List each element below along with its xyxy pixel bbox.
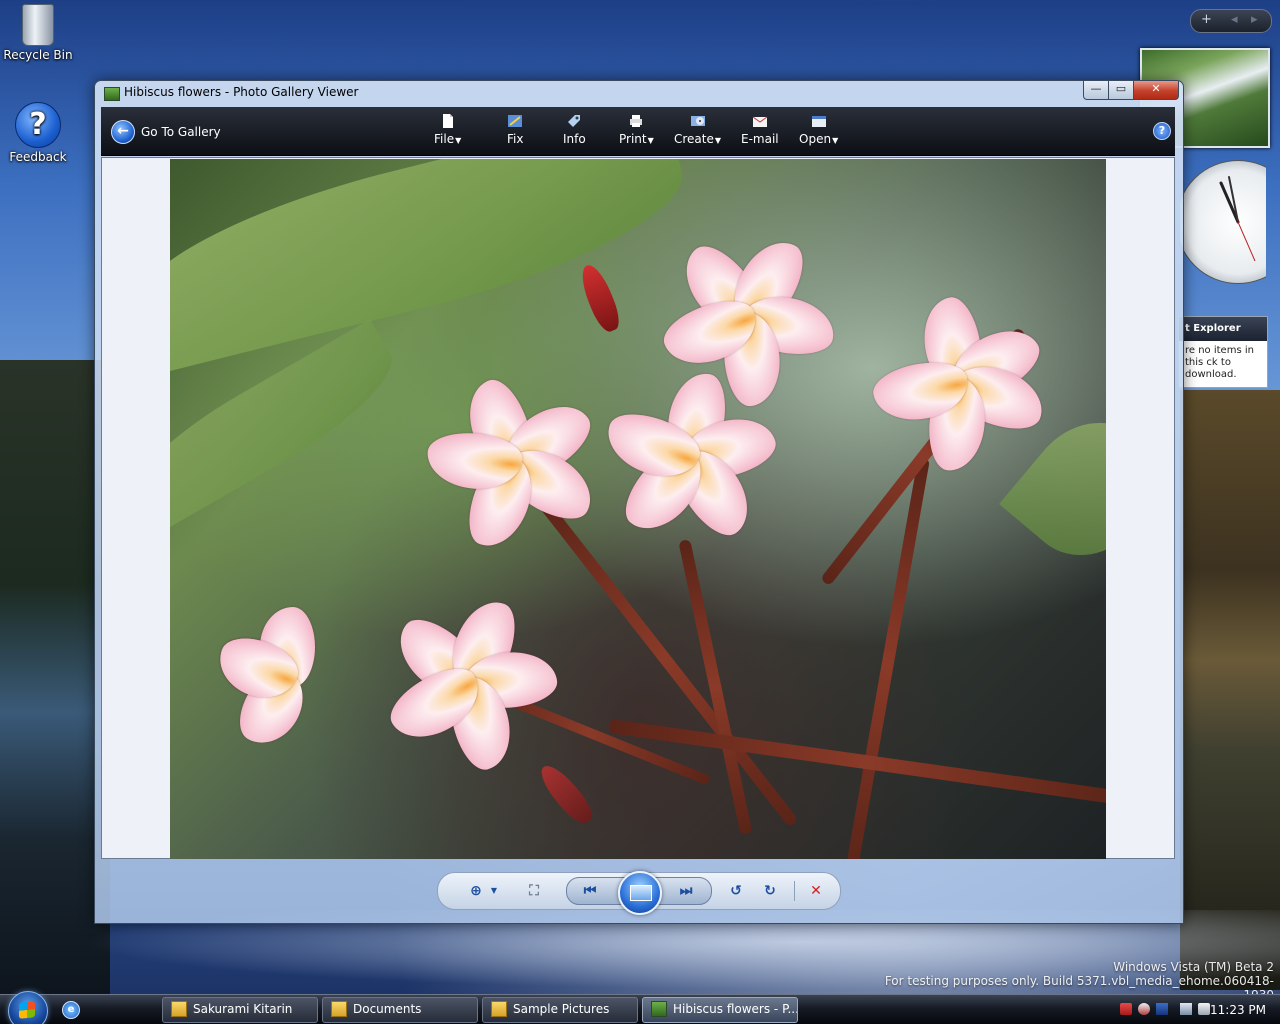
photo-gallery-window: Hibiscus flowers - Photo Gallery Viewer … — [94, 80, 1184, 924]
taskbar: e Sakurami Kitarin Documents Sample Pict… — [0, 991, 1280, 1024]
photo-leaf — [170, 159, 699, 375]
folder-icon — [171, 1000, 187, 1017]
task-label: Documents — [353, 1002, 422, 1016]
photo-stem — [608, 719, 1106, 806]
watermark-line-1: Windows Vista (TM) Beta 2 — [1113, 960, 1274, 974]
create-menu-button[interactable]: Create▼ — [674, 113, 721, 146]
taskbar-item-documents[interactable]: Documents — [322, 997, 478, 1023]
taskbar-item-hibiscus-flowers[interactable]: Hibiscus flowers - P... — [642, 997, 798, 1023]
desktop-icon-recycle-bin[interactable]: Recycle Bin — [0, 4, 78, 62]
taskbar-item-sample-pictures[interactable]: Sample Pictures — [482, 997, 638, 1023]
clock-face — [1180, 160, 1266, 284]
maximize-button[interactable]: ▭ — [1108, 81, 1134, 100]
open-menu-label: Open — [799, 132, 832, 146]
navigation-bar: ⊕ ▼ ⛶ ⏮ ⏭ ↺ ↻ ✕ — [437, 871, 841, 915]
add-gadget-icon[interactable]: + — [1201, 12, 1212, 27]
email-label: E-mail — [741, 132, 779, 146]
previous-page-icon[interactable]: ◂ — [1231, 12, 1238, 27]
rotate-counterclockwise-icon[interactable]: ↺ — [726, 881, 746, 901]
desktop-wallpaper-right — [1180, 390, 1280, 990]
windows-flag-icon — [19, 1001, 35, 1019]
photo-app-icon — [104, 87, 120, 101]
help-icon[interactable]: ? — [1153, 122, 1171, 140]
photo-stem — [845, 456, 930, 859]
open-window-icon — [811, 116, 826, 127]
sidebar-controls: + ◂ ▸ — [1190, 9, 1272, 33]
actual-size-icon[interactable]: ⛶ — [524, 881, 544, 901]
previous-button-icon[interactable]: ⏮ — [580, 881, 600, 901]
open-menu-button[interactable]: Open▼ — [799, 113, 838, 146]
chevron-down-icon: ▼ — [832, 136, 839, 145]
info-tag-icon — [568, 115, 581, 127]
photo-bud — [575, 261, 625, 335]
help-question-icon: ? — [15, 102, 61, 148]
notification-area: 11:23 PM — [1112, 995, 1280, 1024]
security-alert-icon[interactable] — [1120, 1003, 1132, 1015]
printer-icon — [630, 115, 643, 127]
slide-show-icon — [630, 885, 652, 901]
desktop-icon-feedback[interactable]: ? Feedback — [0, 102, 78, 164]
task-label: Hibiscus flowers - P... — [673, 1002, 798, 1016]
photo-app-icon — [651, 1000, 667, 1017]
feed-gadget-body: re no items in this ck to download. — [1185, 345, 1254, 380]
internet-explorer-icon[interactable]: e — [62, 1001, 80, 1019]
slide-show-button[interactable] — [618, 871, 662, 915]
desktop-icon-label: Recycle Bin — [3, 48, 73, 62]
photo-bud — [534, 759, 598, 829]
folder-icon — [491, 1000, 507, 1017]
command-toolbar: ← Go To Gallery File▼ Fix Info Print▼ Cr… — [101, 107, 1175, 156]
toolbar-separator — [794, 881, 795, 901]
feed-gadget-title: t Explorer — [1179, 317, 1267, 341]
print-menu-label: Print — [619, 132, 647, 146]
zoom-icon[interactable]: ⊕ — [466, 881, 486, 901]
fix-label: Fix — [507, 132, 524, 146]
chevron-down-icon: ▼ — [455, 136, 462, 145]
chevron-down-icon: ▼ — [714, 136, 722, 145]
create-menu-label: Create — [674, 132, 714, 146]
print-menu-button[interactable]: Print▼ — [619, 113, 654, 146]
file-icon — [442, 114, 453, 128]
task-label: Sakurami Kitarin — [193, 1002, 293, 1016]
email-envelope-icon — [752, 116, 768, 127]
feed-headlines-gadget[interactable]: t Explorer re no items in this ck to dow… — [1178, 316, 1268, 388]
photo-stem — [530, 489, 799, 828]
delete-icon[interactable]: ✕ — [806, 881, 826, 901]
network-icon[interactable] — [1180, 1003, 1192, 1015]
folder-icon — [331, 1000, 347, 1017]
update-icon[interactable] — [1156, 1003, 1168, 1015]
task-label: Sample Pictures — [513, 1002, 610, 1016]
info-button[interactable]: Info — [563, 113, 586, 146]
photo-viewer-pane — [101, 157, 1175, 859]
go-to-gallery-button[interactable]: Go To Gallery — [141, 125, 221, 139]
chevron-down-icon[interactable]: ▼ — [484, 881, 504, 901]
next-button-icon[interactable]: ⏭ — [676, 881, 696, 901]
close-button[interactable]: ✕ — [1133, 81, 1179, 100]
email-button[interactable]: E-mail — [741, 113, 779, 146]
window-titlebar[interactable]: Hibiscus flowers - Photo Gallery Viewer … — [95, 81, 1183, 105]
back-arrow-icon[interactable]: ← — [111, 120, 135, 144]
volume-icon[interactable] — [1198, 1003, 1210, 1015]
taskbar-clock[interactable]: 11:23 PM — [1210, 1003, 1266, 1017]
recycle-bin-icon — [22, 4, 54, 46]
fix-button[interactable]: Fix — [507, 113, 523, 146]
info-label: Info — [563, 132, 586, 146]
minimize-button[interactable]: — — [1083, 81, 1109, 100]
fix-icon — [508, 115, 523, 127]
clock-gadget[interactable] — [1180, 160, 1266, 284]
chevron-down-icon: ▼ — [647, 136, 654, 145]
create-disc-icon — [690, 116, 705, 126]
file-menu-button[interactable]: File▼ — [434, 113, 461, 146]
start-button[interactable] — [8, 991, 48, 1024]
taskbar-item-sakurami-kitarin[interactable]: Sakurami Kitarin — [162, 997, 318, 1023]
photo-frangipani[interactable] — [170, 159, 1106, 859]
file-menu-label: File — [434, 132, 455, 146]
window-title: Hibiscus flowers - Photo Gallery Viewer — [124, 85, 359, 99]
rotate-clockwise-icon[interactable]: ↻ — [760, 881, 780, 901]
desktop-icon-label: Feedback — [9, 150, 67, 164]
next-page-icon[interactable]: ▸ — [1251, 12, 1258, 27]
shield-icon[interactable] — [1138, 1003, 1150, 1015]
